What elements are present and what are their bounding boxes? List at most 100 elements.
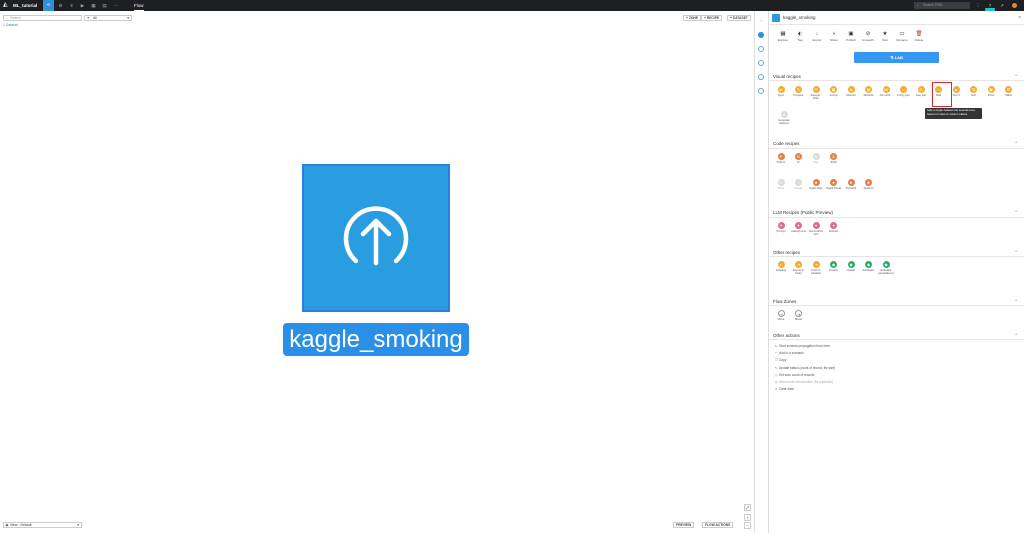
chevron-up-icon[interactable]: ⌃ — [1014, 210, 1018, 216]
push-to-editable-icon: ⇥ — [812, 261, 820, 268]
discussions-tab-icon[interactable] — [758, 74, 764, 80]
recipe-distinct[interactable]: ◈ Distinct — [842, 86, 860, 97]
recipe-push-to-editable[interactable]: ⇥ Push to editable — [807, 261, 825, 276]
unwatch-action[interactable]: ⊘ Unwatch — [860, 31, 876, 42]
recipe-spark-scala[interactable]: ★ Spark Scala — [825, 179, 843, 190]
recipe-move[interactable]: ⇢ Move — [772, 310, 790, 321]
recipe-classify-text[interactable]: ✦ Classify text — [790, 222, 808, 233]
filter-icon: ▼ — [86, 16, 90, 20]
activity-icon[interactable]: ↗ — [998, 0, 1006, 11]
flow-filter-select[interactable]: ▼ All ▾ — [84, 15, 132, 21]
flow-nav-icon[interactable]: ⋖ — [43, 0, 54, 11]
recipe-summarize-text[interactable]: ✦ Summarize text — [807, 222, 825, 237]
recipe-spark-r[interactable]: ★ Spark R — [860, 179, 878, 190]
share-action[interactable]: ⑂ Share — [826, 31, 842, 42]
preview-button[interactable]: PREVIEW — [673, 522, 695, 528]
recipe-cluster[interactable]: ◆ Cluster — [842, 261, 860, 272]
chevron-up-icon[interactable]: ⌃ — [1014, 333, 1018, 339]
recipe-pivot[interactable]: H Pivot — [772, 179, 790, 190]
fit-view-icon[interactable]: ⤢ — [744, 504, 751, 511]
tag-action[interactable]: ⬖ Tag — [792, 31, 808, 42]
app-logo-icon[interactable]: ◭ — [3, 2, 10, 9]
recipe-join-with[interactable]: ⋈ Join with... — [877, 86, 895, 97]
recipe-fuzzy-join[interactable]: ≈ Fuzzy join — [895, 86, 913, 97]
action-start-schema-propagation-from-here[interactable]: ↻Start schema propagation from here — [775, 344, 830, 348]
rename-action[interactable]: ▭ Rename — [894, 31, 910, 42]
recipe-pivot[interactable]: ▣ Pivot — [982, 86, 1000, 97]
action-set-auto-count-of-records[interactable]: ◷Set auto count of records — [775, 373, 815, 377]
action-add-to-a-scenario[interactable]: + Add to a scenario — [775, 351, 804, 355]
recipe-embed[interactable]: ✦ Embed — [825, 222, 843, 233]
chevron-up-icon[interactable]: ⌃ — [1014, 250, 1018, 256]
recipe-shell[interactable]: $ Shell — [825, 153, 843, 164]
zoom-out-icon[interactable]: − — [744, 522, 751, 529]
chevron-up-icon[interactable]: ⌃ — [1014, 141, 1018, 147]
action-clear-data[interactable]: ✕Clear data — [775, 387, 794, 391]
section-divider — [769, 148, 1024, 149]
schema-tab-icon[interactable] — [758, 60, 764, 66]
recipe-group[interactable]: ▦ Group — [825, 86, 843, 97]
recipe-sql[interactable]: S SQL — [807, 153, 825, 164]
publish-icon: ▣ — [848, 31, 854, 37]
explore-action[interactable]: ▦ Explore — [775, 31, 791, 42]
more-nav-icon[interactable]: ⋯ — [110, 0, 121, 11]
code-nav-icon[interactable]: ⚙ — [55, 0, 66, 11]
recipe-share[interactable]: ⇢ Share — [790, 310, 808, 321]
add-zone-button[interactable]: + ZONE — [683, 15, 701, 21]
chevron-up-icon[interactable]: ⌃ — [1014, 74, 1018, 80]
recipe-r[interactable]: RR — [790, 153, 808, 164]
recipe-pyspark[interactable]: ★ PySpark — [842, 179, 860, 190]
dataset-node-label[interactable]: kaggle_smoking — [283, 323, 469, 356]
recipe-geo-join[interactable]: ◎ Geo join — [912, 86, 930, 97]
recipe-sample-filter[interactable]: ▽ Sample / Filter — [807, 86, 825, 101]
details-tab-icon[interactable] — [758, 46, 764, 52]
section-divider — [769, 339, 1024, 340]
recipe-labeling[interactable]: ◐ Labeling — [772, 261, 790, 272]
recipe-sync[interactable]: ⇄ Sync — [772, 86, 790, 97]
export-action[interactable]: ↓ Export — [809, 31, 825, 42]
close-icon[interactable]: × — [1018, 11, 1021, 25]
global-search-input[interactable]: ⌕ Search DSS... — [914, 2, 970, 9]
recipe-prepare[interactable]: ✎ Prepare — [790, 86, 808, 97]
dashboard-nav-icon[interactable]: ▦ — [88, 0, 99, 11]
add-recipe-button[interactable]: + RECIPE — [701, 15, 723, 21]
recipe-export-to-folder[interactable]: ⇥ Export to folder — [790, 261, 808, 276]
dataset-count-link[interactable]: 1 Dataset — [3, 23, 18, 27]
recipe-sort[interactable]: ⇅ Sort — [965, 86, 983, 97]
flow-actions-button[interactable]: FLOW ACTIONS — [702, 522, 734, 528]
recipe-python[interactable]: P Python — [772, 153, 790, 164]
wiki-nav-icon[interactable]: ▤ — [99, 0, 110, 11]
view-select[interactable]: ◉ View : Default ▾ — [3, 522, 82, 528]
evaluate-standalone-icon: ◆ — [882, 261, 890, 268]
recipe-window[interactable]: ▤ Window — [860, 86, 878, 97]
publish-action[interactable]: ▣ Publish — [843, 31, 859, 42]
apps-grid-icon[interactable]: ⋮ — [974, 0, 982, 11]
recipe-stack[interactable]: ☰ Stack — [1000, 86, 1018, 97]
recipe-generate-features[interactable]: ⚙ Generate features — [775, 111, 793, 126]
recipe-spark-sql[interactable]: ★ Spark SQL — [807, 179, 825, 190]
recipe-impala[interactable]: I Impala — [790, 179, 808, 190]
zoom-in-icon[interactable]: + — [744, 514, 751, 521]
user-avatar[interactable] — [1012, 3, 1017, 8]
flow-search-input[interactable]: ⌕ Search — [3, 15, 82, 21]
star-action[interactable]: ★ Star — [877, 31, 893, 42]
chevron-up-icon[interactable]: ⌃ — [1014, 299, 1018, 305]
ml-nav-icon[interactable]: ↯ — [66, 0, 77, 11]
timeline-tab-icon[interactable] — [758, 88, 764, 94]
action-copy[interactable]: ❐Copy — [775, 358, 786, 362]
recipe-evaluate[interactable]: ◆ Evaluate — [860, 261, 878, 272]
action-update-status-count-of-record-file-size[interactable]: ↻Update status (count of record, file si… — [775, 366, 835, 370]
collapse-panel-icon[interactable]: → — [758, 17, 763, 23]
dataset-node[interactable] — [302, 164, 450, 312]
recipe-prompt[interactable]: ✦ Prompt — [772, 222, 790, 233]
eye-icon: ◉ — [5, 523, 9, 527]
recipe-evaluate-standalone[interactable]: ◆ Evaluate (standalone) — [877, 261, 895, 276]
add-dataset-button[interactable]: + DATASET — [727, 15, 751, 21]
actions-tab-icon[interactable] — [758, 32, 764, 38]
delete-action[interactable]: 🗑 Delete — [911, 31, 927, 42]
recipe-predict[interactable]: ◆ Predict — [825, 261, 843, 272]
lab-button[interactable]: ⚗ LAB — [854, 52, 939, 63]
jobs-nav-icon[interactable]: ▶ — [77, 0, 88, 11]
project-name[interactable]: ML_tutorial — [13, 0, 37, 11]
split-highlight-box — [932, 82, 952, 107]
